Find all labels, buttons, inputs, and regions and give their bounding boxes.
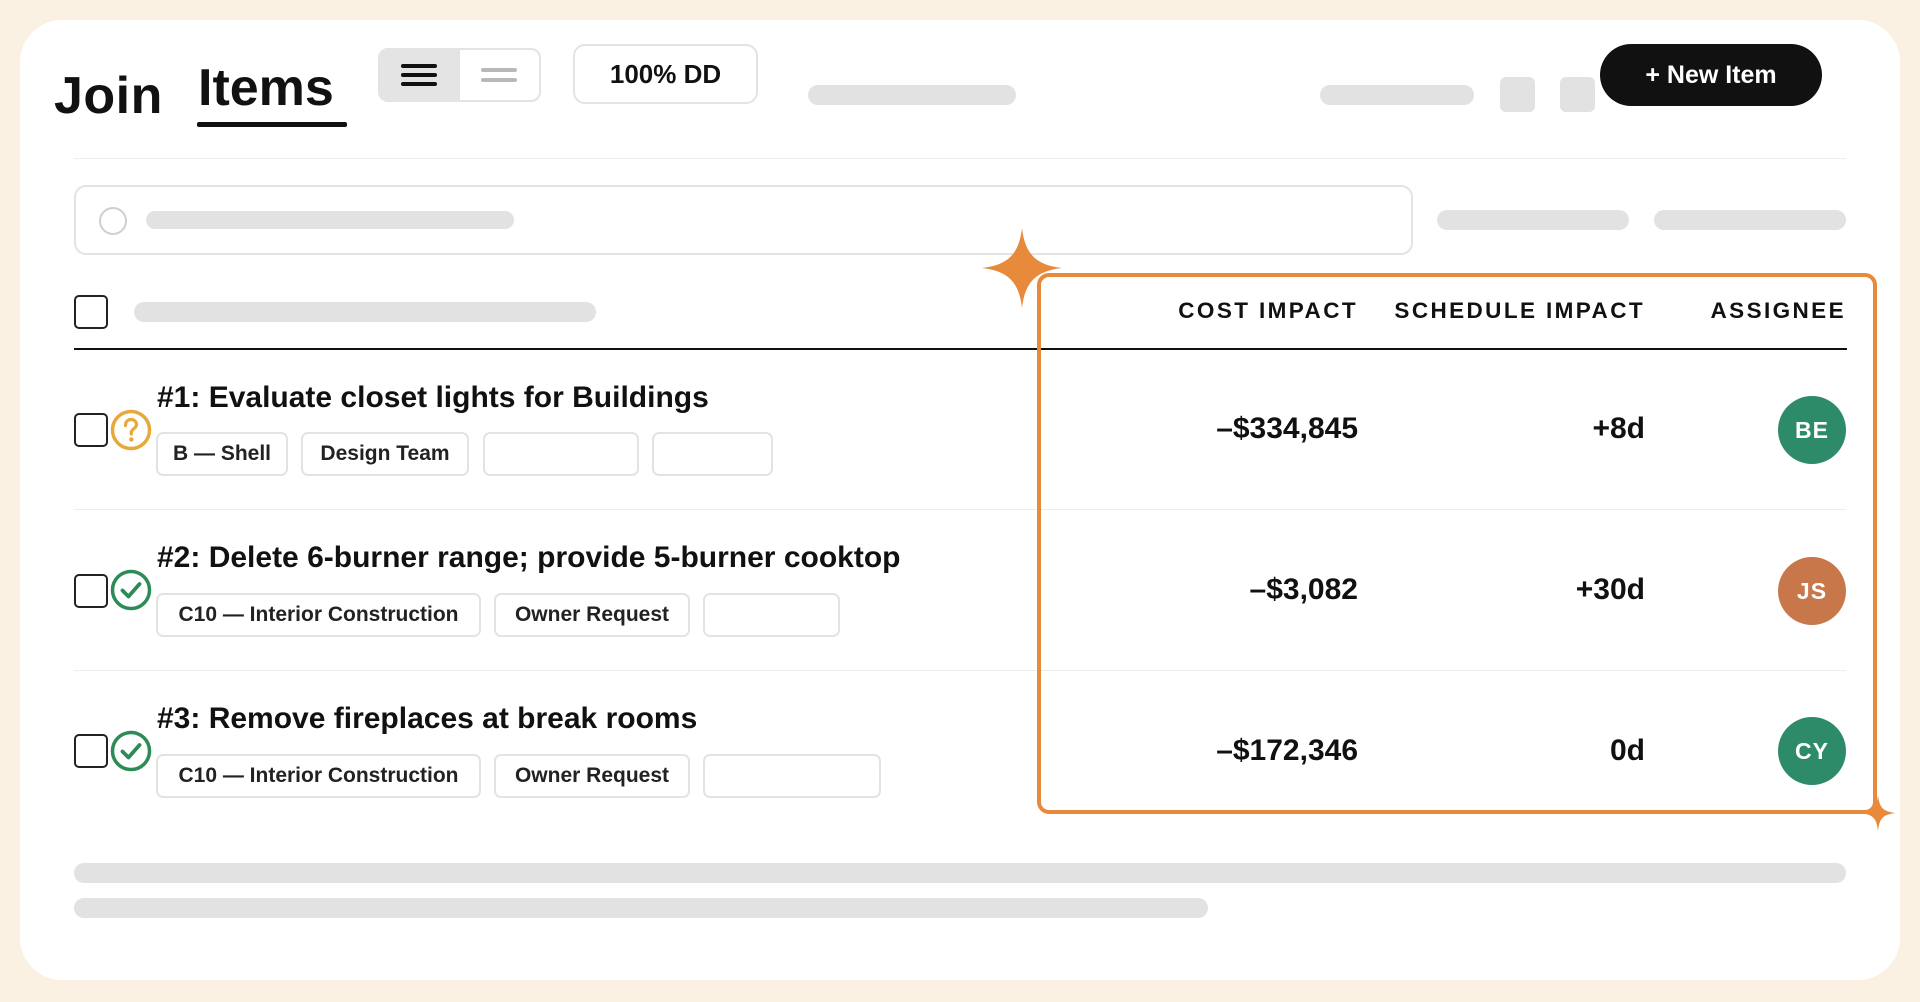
main-card	[20, 20, 1900, 980]
row-tag[interactable]: C10 — Interior Construction	[156, 754, 481, 798]
question-icon	[110, 409, 152, 451]
active-tab-underline	[197, 122, 347, 127]
filter-placeholder-2[interactable]	[1654, 210, 1846, 230]
list-view-button[interactable]	[380, 50, 460, 100]
footer-placeholder-2	[74, 898, 1208, 918]
row-tag-empty[interactable]	[703, 754, 881, 798]
small-sparkle-icon	[1860, 795, 1896, 831]
search-input[interactable]	[74, 185, 1413, 255]
compact-view-icon	[481, 68, 518, 82]
tab-items[interactable]: Items	[198, 58, 334, 118]
row-cost-impact: –$334,845	[1216, 412, 1358, 445]
row-title[interactable]: #2: Delete 6-burner range; provide 5-bur…	[157, 540, 900, 576]
row-tag-empty[interactable]	[652, 432, 773, 476]
column-header-cost-impact: COST IMPACT	[1178, 298, 1358, 323]
row-divider	[74, 670, 1846, 671]
row-tag[interactable]: C10 — Interior Construction	[156, 593, 481, 637]
join-logo: Join	[54, 67, 163, 125]
assignee-avatar[interactable]: CY	[1778, 717, 1846, 785]
row-title[interactable]: #3: Remove fireplaces at break rooms	[157, 701, 697, 737]
table-header-rule	[74, 348, 1847, 350]
row-schedule-impact: +8d	[1592, 412, 1645, 445]
assignee-avatar[interactable]: JS	[1778, 557, 1846, 625]
row-checkbox[interactable]	[74, 734, 108, 768]
phase-button[interactable]: 100% DD	[573, 44, 758, 104]
list-view-icon	[400, 64, 437, 86]
row-tag[interactable]: B — Shell	[156, 432, 288, 476]
row-checkbox[interactable]	[74, 413, 108, 447]
row-checkbox[interactable]	[74, 574, 108, 608]
assignee-avatar[interactable]: BE	[1778, 396, 1846, 464]
sparkle-icon	[982, 228, 1062, 308]
select-all-checkbox[interactable]	[74, 295, 108, 329]
row-cost-impact: –$172,346	[1216, 734, 1358, 767]
header-square-placeholder-1[interactable]	[1500, 77, 1535, 112]
row-tag[interactable]: Owner Request	[494, 593, 690, 637]
header-divider	[74, 158, 1846, 159]
search-icon	[99, 207, 127, 235]
filter-placeholder-1[interactable]	[1437, 210, 1629, 230]
check-circle-icon	[110, 569, 152, 611]
header-placeholder	[808, 85, 1016, 105]
check-circle-icon	[110, 730, 152, 772]
row-cost-impact: –$3,082	[1249, 573, 1358, 606]
column-header-assignee: ASSIGNEE	[1710, 298, 1846, 323]
search-placeholder	[146, 211, 514, 229]
row-schedule-impact: 0d	[1609, 734, 1645, 767]
column-header-schedule-impact: SCHEDULE IMPACT	[1394, 298, 1645, 323]
row-tag-empty[interactable]	[483, 432, 639, 476]
header-square-placeholder-2[interactable]	[1560, 77, 1595, 112]
compact-view-button[interactable]	[460, 50, 540, 100]
row-title[interactable]: #1: Evaluate closet lights for Buildings	[157, 380, 709, 416]
row-tag[interactable]: Owner Request	[494, 754, 690, 798]
row-divider	[74, 509, 1846, 510]
row-tag[interactable]: Design Team	[301, 432, 469, 476]
row-schedule-impact: +30d	[1575, 573, 1645, 606]
table-header-placeholder	[134, 302, 596, 322]
view-toggle	[378, 48, 541, 102]
new-item-button[interactable]: + New Item	[1600, 44, 1822, 106]
footer-placeholder-1	[74, 863, 1846, 883]
header-right-placeholder	[1320, 85, 1474, 105]
row-tag-empty[interactable]	[703, 593, 840, 637]
